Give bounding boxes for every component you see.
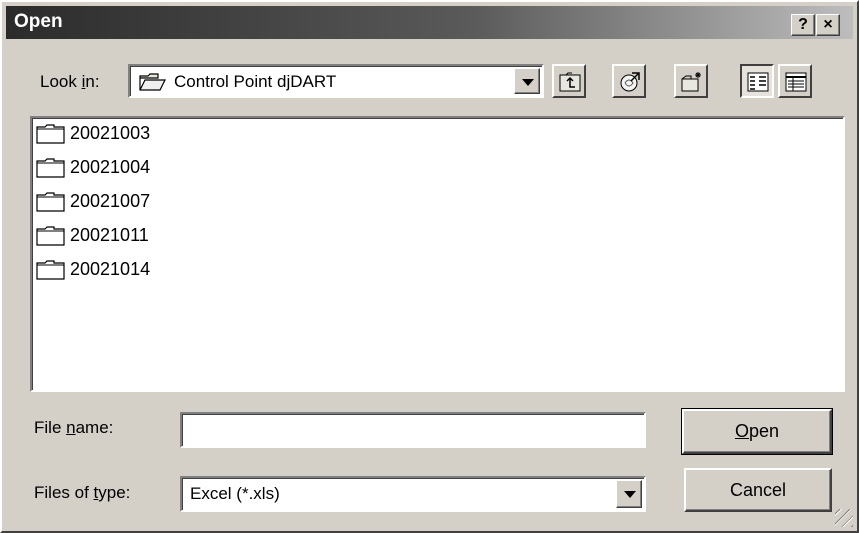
file-type-label-suffix: ype: bbox=[98, 483, 131, 502]
details-view-button[interactable] bbox=[778, 64, 812, 98]
look-in-value: Control Point djDART bbox=[174, 72, 337, 91]
search-web-button[interactable] bbox=[612, 64, 646, 98]
close-button[interactable]: × bbox=[816, 14, 840, 36]
file-name-text: 20021007 bbox=[70, 191, 151, 211]
file-type-combo[interactable]: Excel (*.xls) bbox=[180, 476, 646, 512]
open-button-accel: O bbox=[734, 421, 749, 441]
file-type-dropdown-button[interactable] bbox=[616, 480, 642, 508]
folder-icon bbox=[36, 124, 65, 144]
open-button-label: pen bbox=[748, 421, 780, 441]
list-view-button[interactable] bbox=[740, 64, 774, 98]
file-name-label-prefix: File bbox=[34, 418, 67, 437]
close-icon: × bbox=[823, 16, 833, 33]
list-view-icon bbox=[747, 72, 769, 92]
file-type-value: Excel (*.xls) bbox=[190, 484, 280, 503]
folder-up-icon bbox=[559, 72, 581, 92]
resize-grip[interactable] bbox=[835, 509, 853, 527]
file-name-label-accel: n bbox=[66, 418, 76, 437]
file-name-input[interactable] bbox=[180, 412, 646, 448]
look-in-label: Look in: bbox=[40, 72, 100, 92]
folder-icon bbox=[36, 158, 65, 178]
folder-icon bbox=[36, 226, 65, 246]
file-list[interactable]: 20021003 20021004 20021007 20021011 20021014 bbox=[30, 116, 845, 392]
new-folder-icon bbox=[681, 72, 701, 92]
file-name-text: 20021003 bbox=[70, 123, 151, 143]
web-search-icon bbox=[620, 72, 640, 92]
open-dialog: Open ? × Look in: Control Point djDART 2… bbox=[0, 0, 859, 533]
folder-icon bbox=[36, 192, 65, 212]
cancel-button-label: Cancel bbox=[729, 480, 787, 500]
file-name-label-suffix: ame: bbox=[75, 418, 114, 437]
look-in-combo[interactable]: Control Point djDART bbox=[128, 64, 544, 98]
file-name-text: 20021004 bbox=[70, 157, 151, 177]
create-new-folder-button[interactable] bbox=[674, 64, 708, 98]
up-one-level-button[interactable] bbox=[552, 64, 586, 98]
details-view-icon bbox=[785, 72, 807, 92]
look-in-label-suffix: n: bbox=[85, 72, 100, 91]
look-in-dropdown-button[interactable] bbox=[514, 68, 540, 94]
cancel-button[interactable]: Cancel bbox=[684, 468, 832, 512]
file-type-label-prefix: Files of bbox=[34, 483, 94, 502]
open-button[interactable]: Open bbox=[681, 408, 833, 455]
help-button[interactable]: ? bbox=[791, 14, 815, 36]
folder-icon bbox=[36, 260, 65, 280]
file-name-label: File name: bbox=[34, 418, 113, 438]
look-in-label-prefix: Look bbox=[40, 72, 82, 91]
file-name-text: 20021014 bbox=[70, 259, 151, 279]
folder-open-icon bbox=[139, 73, 166, 91]
file-type-label: Files of type: bbox=[34, 483, 130, 503]
title-bar[interactable]: Open ? × bbox=[6, 6, 853, 39]
window-title: Open bbox=[14, 11, 63, 32]
help-icon: ? bbox=[798, 16, 808, 33]
file-name-text: 20021011 bbox=[70, 225, 149, 245]
